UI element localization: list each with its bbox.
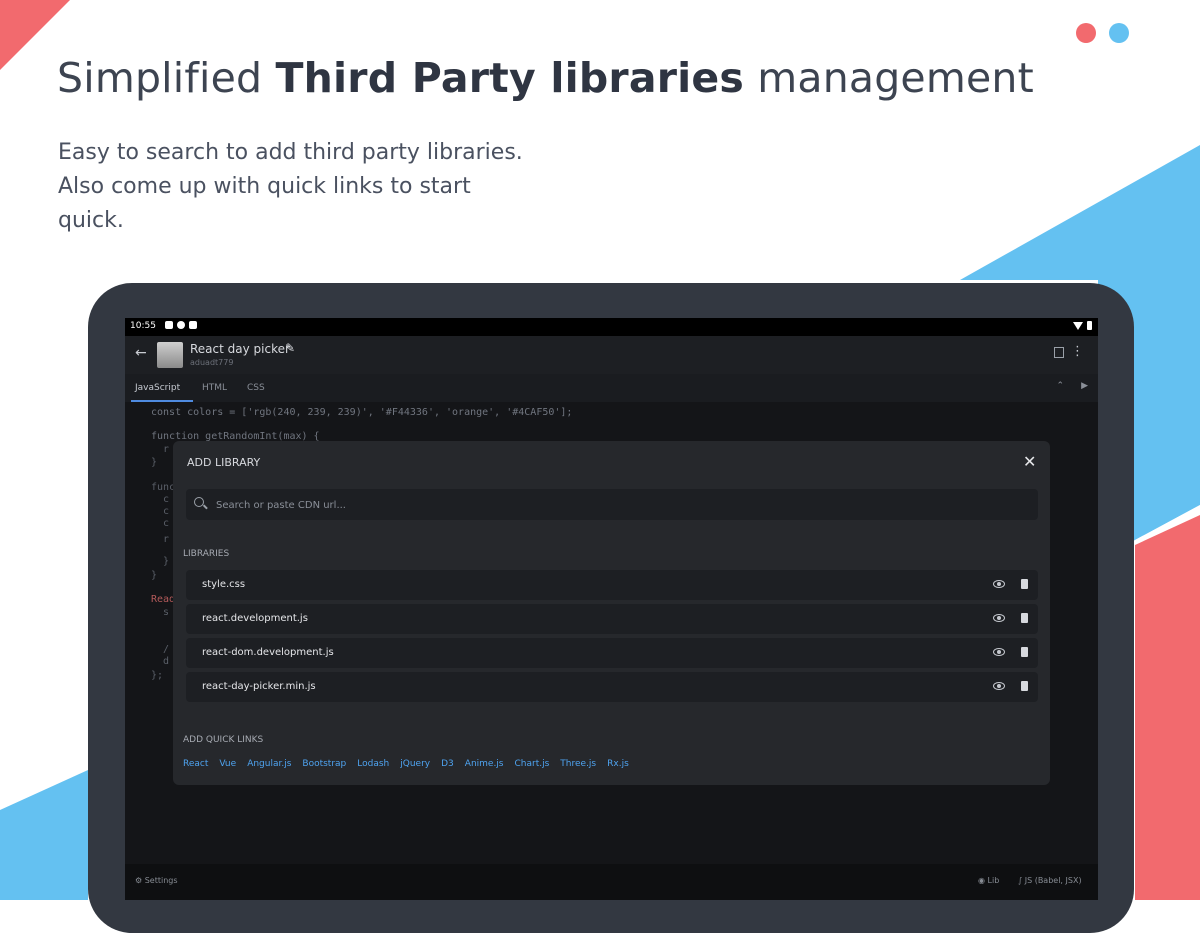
quick-link-chartjs[interactable]: Chart.js — [515, 759, 550, 769]
library-row: style.css — [186, 570, 1038, 600]
trash-icon[interactable] — [1021, 681, 1028, 691]
code-fragment: Read — [151, 594, 176, 605]
quick-links-label: ADD QUICK LINKS — [183, 735, 264, 745]
quick-link-anime[interactable]: Anime.js — [465, 759, 504, 769]
notification-icon — [165, 321, 173, 329]
headline-bold: Third Party libraries — [275, 54, 744, 102]
quick-link-jquery[interactable]: jQuery — [400, 759, 430, 769]
quick-links: React Vue Angular.js Bootstrap Lodash jQ… — [183, 759, 629, 769]
headline-pre: Simplified — [57, 54, 276, 102]
close-icon[interactable]: ✕ — [1023, 452, 1036, 471]
library-row: react.development.js — [186, 604, 1038, 634]
eye-icon[interactable] — [993, 648, 1005, 656]
library-row: react-day-picker.min.js — [186, 672, 1038, 702]
library-name: style.css — [202, 579, 246, 590]
status-bar: 10:55 — [125, 318, 1098, 336]
code-line: const colors = ['rgb(240, 239, 239)', '#… — [151, 407, 573, 418]
more-vert-icon[interactable]: ⋮ — [1071, 344, 1084, 359]
code-fragment: r — [163, 444, 170, 455]
dot-red — [1076, 23, 1096, 43]
avatar — [157, 342, 183, 368]
quick-link-react[interactable]: React — [183, 759, 208, 769]
quick-link-threejs[interactable]: Three.js — [560, 759, 596, 769]
tab-css[interactable]: CSS — [247, 383, 265, 393]
engine-label: JS (Babel, JSX) — [1024, 876, 1082, 885]
share-icon[interactable] — [1054, 347, 1064, 358]
quick-link-vue[interactable]: Vue — [219, 759, 236, 769]
library-row: react-dom.development.js — [186, 638, 1038, 668]
project-title: React day picker — [190, 342, 290, 356]
settings-button[interactable]: ⚙ Settings — [135, 876, 178, 885]
trash-icon[interactable] — [1021, 647, 1028, 657]
back-arrow-icon[interactable]: ← — [135, 345, 147, 361]
battery-icon — [1087, 321, 1092, 330]
headline: Simplified Third Party libraries managem… — [57, 54, 1034, 102]
code-fragment: }; — [151, 670, 164, 681]
search-box — [186, 489, 1038, 522]
run-icon[interactable]: ▶ — [1081, 381, 1088, 391]
red-band-right — [1135, 515, 1200, 900]
eye-icon[interactable] — [993, 580, 1005, 588]
code-fragment: func — [151, 482, 176, 493]
code-fragment: c — [163, 518, 170, 529]
tab-javascript[interactable]: JavaScript — [135, 383, 180, 393]
app-icon — [177, 321, 185, 329]
code-fragment: / — [163, 644, 170, 655]
libraries-label: LIBRARIES — [183, 549, 230, 559]
dot-blue — [1109, 23, 1129, 43]
code-fragment: s — [163, 607, 170, 618]
lib-label: Lib — [987, 876, 1000, 885]
code-fragment: } — [151, 570, 158, 581]
quick-link-lodash[interactable]: Lodash — [357, 759, 389, 769]
subtitle: Easy to search to add third party librar… — [58, 140, 523, 233]
app-bar: ← React day picker ✎ aduadt779 ⋮ — [125, 336, 1098, 374]
library-name: react.development.js — [202, 613, 308, 624]
code-fragment: d — [163, 656, 170, 667]
quick-link-angular[interactable]: Angular.js — [247, 759, 291, 769]
library-name: react-day-picker.min.js — [202, 681, 316, 692]
eye-icon[interactable] — [993, 614, 1005, 622]
clipboard-icon — [189, 321, 197, 329]
blue-triangle-bottom-left — [0, 770, 88, 900]
headline-post: management — [744, 54, 1034, 102]
edit-pencil-icon[interactable]: ✎ — [285, 341, 295, 355]
project-user: aduadt779 — [190, 358, 234, 367]
status-time: 10:55 — [130, 321, 156, 331]
code-fragment: } — [151, 457, 158, 468]
quick-link-rxjs[interactable]: Rx.js — [607, 759, 629, 769]
dialog-title: ADD LIBRARY — [187, 456, 261, 469]
library-name: react-dom.development.js — [202, 647, 334, 658]
eye-icon[interactable] — [993, 682, 1005, 690]
code-fragment: c — [163, 494, 170, 505]
add-library-dialog: ADD LIBRARY ✕ LIBRARIES style.css react.… — [173, 441, 1050, 785]
search-input[interactable] — [214, 489, 1028, 522]
quick-link-d3[interactable]: D3 — [441, 759, 454, 769]
tab-html[interactable]: HTML — [202, 383, 227, 393]
quick-link-bootstrap[interactable]: Bootstrap — [302, 759, 346, 769]
trash-icon[interactable] — [1021, 579, 1028, 589]
editor-tabs: JavaScript HTML CSS ⌃ ▶ — [125, 374, 1098, 402]
settings-label: Settings — [144, 876, 178, 885]
code-fragment: } — [163, 556, 170, 567]
code-fragment: r — [163, 534, 170, 545]
search-icon — [194, 497, 204, 507]
engine-selector[interactable]: ∫ JS (Babel, JSX) — [1018, 876, 1082, 885]
trash-icon[interactable] — [1021, 613, 1028, 623]
wifi-icon — [1073, 321, 1083, 330]
collapse-icon[interactable]: ⌃ — [1056, 381, 1064, 391]
lib-button[interactable]: ◉ Lib — [978, 876, 999, 885]
code-fragment: c — [163, 506, 170, 517]
page-indicator — [1076, 23, 1129, 43]
bottom-bar: ⚙ Settings ◉ Lib ∫ JS (Babel, JSX) — [125, 864, 1098, 900]
